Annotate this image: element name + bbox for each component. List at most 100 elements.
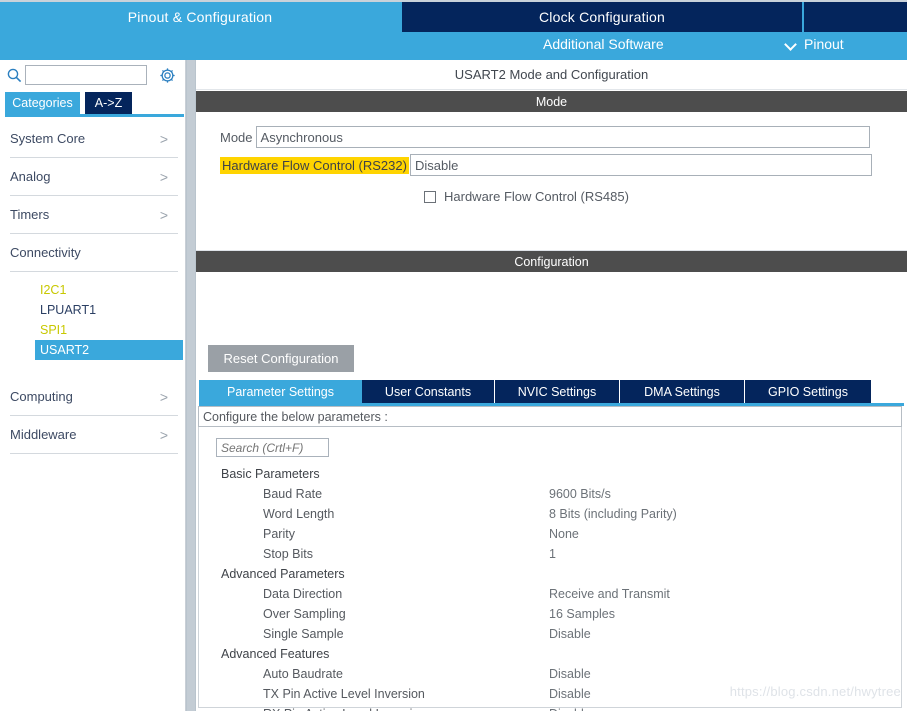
parameter-row-single-sample[interactable]: Single Sample Disable <box>199 627 903 647</box>
parameter-row-baud-rate[interactable]: Baud Rate 9600 Bits/s <box>199 487 903 507</box>
parameter-rows: Basic Parameters Baud Rate 9600 Bits/s W… <box>199 467 903 711</box>
parameter-group-advanced-features: Advanced Features <box>199 647 903 667</box>
tab-clock-configuration[interactable]: Clock Configuration <box>402 2 802 32</box>
parameter-value: Receive and Transmit <box>549 587 670 601</box>
pinout-dropdown[interactable]: Pinout <box>786 36 844 52</box>
hardware-flow-control-rs485-label: Hardware Flow Control (RS485) <box>444 189 629 204</box>
hardware-flow-control-row: Hardware Flow Control (RS232) Disable <box>220 154 872 176</box>
parameter-row-parity[interactable]: Parity None <box>199 527 903 547</box>
connectivity-peripheral-list: I2C1 LPUART1 SPI1 USART2 <box>35 280 183 360</box>
parameter-row-rx-pin-active-level-inversion[interactable]: RX Pin Active Level Inversion Disable <box>199 707 903 711</box>
parameter-list-area: Basic Parameters Baud Rate 9600 Bits/s W… <box>198 427 903 711</box>
sidebar-item-middleware-label: Middleware <box>10 427 77 442</box>
mode-section-header: Mode <box>196 91 907 112</box>
mode-field-row: Mode Asynchronous <box>220 126 870 148</box>
tab-clock-configuration-label: Clock Configuration <box>539 9 665 25</box>
parameter-name: Word Length <box>263 507 335 521</box>
search-input[interactable] <box>25 65 147 85</box>
sidebar-search-row <box>0 60 186 90</box>
parameter-name: Baud Rate <box>263 487 323 501</box>
tab-parameter-settings-label: Parameter Settings <box>227 384 334 399</box>
sidebar-item-computing[interactable]: Computing > <box>10 378 178 416</box>
tab-a-to-z[interactable]: A->Z <box>85 92 132 114</box>
sidebar-item-computing-label: Computing <box>10 389 73 404</box>
list-item-spi1[interactable]: SPI1 <box>35 320 183 340</box>
pinout-dropdown-label: Pinout <box>804 36 844 52</box>
watermark: https://blog.csdn.net/hwytree <box>729 684 901 699</box>
sidebar-item-system-core[interactable]: System Core > <box>10 120 178 158</box>
parameter-value: 1 <box>549 547 556 561</box>
parameter-value: Disable <box>549 707 591 711</box>
parameter-value: Disable <box>549 627 591 641</box>
hardware-flow-control-rs232-label: Hardware Flow Control (RS232) <box>220 156 409 174</box>
parameter-name: Over Sampling <box>263 607 346 621</box>
hardware-flow-control-rs232-select[interactable]: Disable <box>409 154 872 176</box>
sidebar-item-timers-label: Timers <box>10 207 50 222</box>
parameter-value: 16 Samples <box>549 607 616 621</box>
configure-hint-bar: Configure the below parameters : <box>198 406 902 427</box>
sidebar-item-analog-label: Analog <box>10 169 51 184</box>
sidebar-item-connectivity-label: Connectivity <box>10 245 81 260</box>
panel-splitter[interactable] <box>186 60 196 711</box>
parameter-name: Data Direction <box>263 587 343 601</box>
parameter-name: TX Pin Active Level Inversion <box>263 687 425 701</box>
tab-parameter-settings[interactable]: Parameter Settings <box>199 380 362 403</box>
tab-a-to-z-label: A->Z <box>94 96 123 110</box>
list-item-lpuart1[interactable]: LPUART1 <box>35 300 183 320</box>
parameter-group-basic-parameters: Basic Parameters <box>199 467 903 487</box>
gear-icon[interactable] <box>159 67 176 84</box>
hardware-flow-control-rs485-checkbox[interactable] <box>424 190 436 203</box>
tab-gpio-settings[interactable]: GPIO Settings <box>745 380 871 403</box>
sidebar-item-middleware[interactable]: Middleware > <box>10 416 178 454</box>
parameter-name: Auto Baudrate <box>263 667 343 681</box>
parameter-name: Single Sample <box>263 627 344 641</box>
parameter-search-input[interactable] <box>216 438 329 457</box>
parameter-value: 9600 Bits/s <box>549 487 611 501</box>
tab-categories-label: Categories <box>12 96 73 110</box>
parameter-group-label: Basic Parameters <box>221 467 320 481</box>
list-item-usart2[interactable]: USART2 <box>35 340 183 360</box>
parameter-value: None <box>549 527 579 541</box>
tab-pinout-and-configuration[interactable]: Pinout & Configuration <box>0 2 400 32</box>
tab-nvic-settings[interactable]: NVIC Settings <box>495 380 619 403</box>
chevron-right-icon: > <box>159 168 168 185</box>
tab-pinout-and-configuration-label: Pinout & Configuration <box>127 9 273 25</box>
configuration-section-body: Reset Configuration Parameter Settings U… <box>196 272 907 711</box>
parameter-row-stop-bits[interactable]: Stop Bits 1 <box>199 547 903 567</box>
tab-nvic-settings-label: NVIC Settings <box>517 384 597 399</box>
sidebar: Categories A->Z System Core > Analog > T… <box>0 60 186 711</box>
chevron-right-icon: > <box>159 388 168 405</box>
hardware-flow-control-rs485-row[interactable]: Hardware Flow Control (RS485) <box>424 189 629 204</box>
mode-select[interactable]: Asynchronous <box>255 126 870 148</box>
parameter-row-word-length[interactable]: Word Length 8 Bits (including Parity) <box>199 507 903 527</box>
configuration-tab-strip: Parameter Settings User Constants NVIC S… <box>199 380 904 403</box>
stm32cubemx-window: Pinout & Configuration Clock Configurati… <box>0 0 907 711</box>
chevron-right-icon: > <box>159 426 168 443</box>
tab-user-constants-label: User Constants <box>384 384 472 399</box>
sidebar-item-analog[interactable]: Analog > <box>10 158 178 196</box>
list-item-i2c1[interactable]: I2C1 <box>35 280 183 300</box>
reset-configuration-button[interactable]: Reset Configuration <box>208 345 354 372</box>
mode-section-body: Mode Asynchronous Hardware Flow Control … <box>196 112 907 251</box>
parameter-group-label: Advanced Parameters <box>221 567 345 581</box>
chevron-right-icon: > <box>159 206 168 223</box>
sidebar-tabs: Categories A->Z <box>0 92 186 114</box>
parameter-row-over-sampling[interactable]: Over Sampling 16 Samples <box>199 607 903 627</box>
sidebar-item-connectivity[interactable]: Connectivity <box>10 234 178 272</box>
tab-dma-settings[interactable]: DMA Settings <box>620 380 744 403</box>
parameter-name: Stop Bits <box>263 547 314 561</box>
sidebar-item-timers[interactable]: Timers > <box>10 196 178 234</box>
additional-software-tab[interactable]: Additional Software <box>543 36 664 52</box>
top-tab-bar: Pinout & Configuration Clock Configurati… <box>0 0 907 32</box>
configuration-section-header: Configuration <box>196 251 907 272</box>
parameter-value: 8 Bits (including Parity) <box>549 507 677 521</box>
tab-dma-settings-label: DMA Settings <box>644 384 720 399</box>
mode-label: Mode <box>220 129 253 145</box>
tab-categories[interactable]: Categories <box>5 92 80 114</box>
parameter-row-data-direction[interactable]: Data Direction Receive and Transmit <box>199 587 903 607</box>
parameter-group-label: Advanced Features <box>221 647 330 661</box>
tab-extra[interactable] <box>804 2 907 32</box>
parameter-group-advanced-parameters: Advanced Parameters <box>199 567 903 587</box>
tab-user-constants[interactable]: User Constants <box>362 380 494 403</box>
